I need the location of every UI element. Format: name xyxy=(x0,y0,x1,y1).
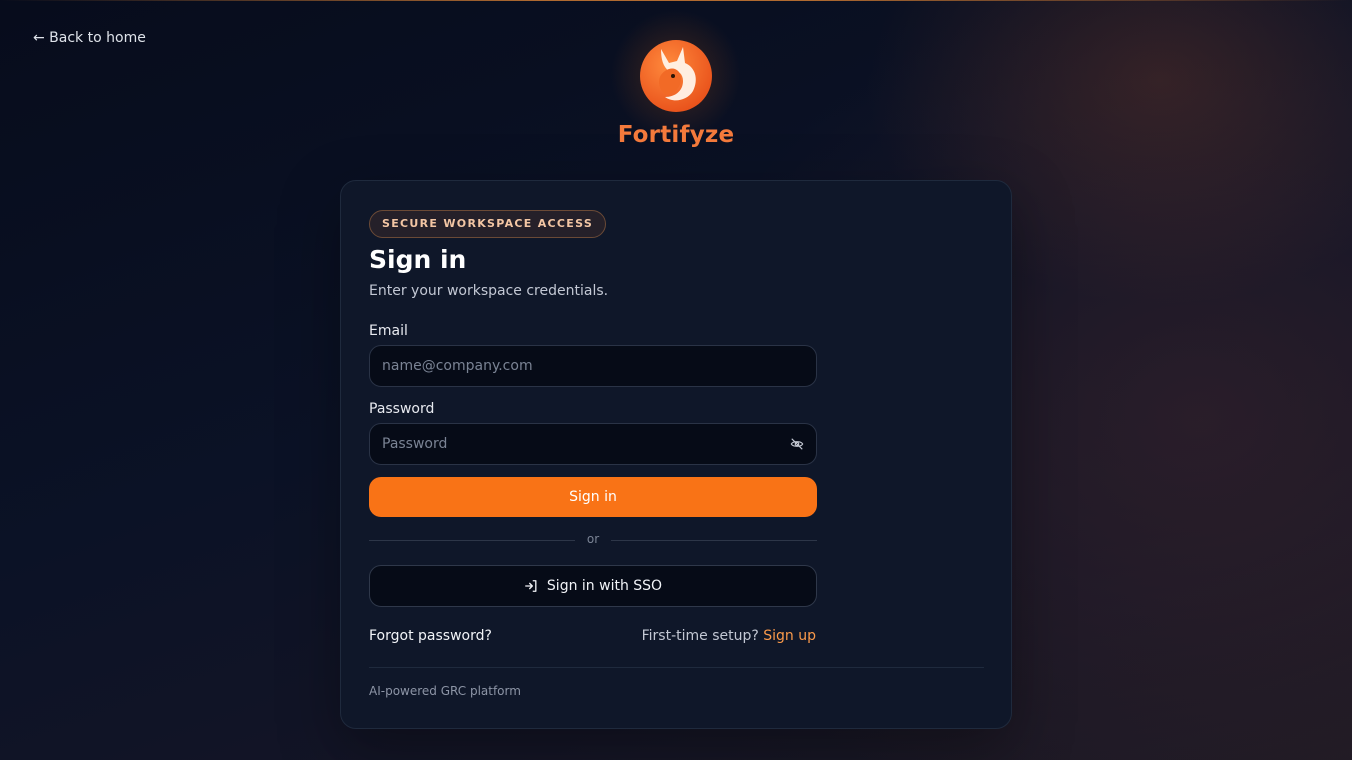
top-accent-line xyxy=(0,0,1352,1)
email-input[interactable] xyxy=(382,346,782,386)
forgot-password-link[interactable]: Forgot password? xyxy=(369,628,492,644)
sign-in-arrow-icon xyxy=(525,580,537,592)
sign-in-button[interactable]: Sign in xyxy=(369,477,817,517)
fox-logo-icon xyxy=(640,40,712,112)
password-label: Password xyxy=(369,401,435,417)
footer-divider xyxy=(369,667,984,668)
brand-name: Fortifyze xyxy=(617,122,735,148)
setup-prompt: First-time setup? xyxy=(641,628,759,644)
password-input[interactable] xyxy=(382,424,782,464)
email-field-wrapper xyxy=(369,345,817,387)
sso-button-label: Sign in with SSO xyxy=(546,578,663,594)
back-to-home-link[interactable]: ← Back to home xyxy=(33,29,146,47)
footer-tagline: AI-powered GRC platform xyxy=(369,684,521,698)
eye-off-icon[interactable] xyxy=(790,437,804,451)
page-subtitle: Enter your workspace credentials. xyxy=(369,283,609,299)
password-field-wrapper xyxy=(369,423,817,465)
sign-in-card: SECURE WORKSPACE ACCESS Sign in Enter yo… xyxy=(340,180,1012,729)
secure-access-badge: SECURE WORKSPACE ACCESS xyxy=(369,210,607,238)
divider-or: or xyxy=(586,532,600,546)
sso-button[interactable]: Sign in with SSO xyxy=(369,565,817,607)
page-title: Sign in xyxy=(369,245,467,274)
email-label: Email xyxy=(369,323,408,339)
first-time-setup: First-time setup? Sign up xyxy=(642,628,816,644)
sign-up-link[interactable]: Sign up xyxy=(763,628,816,644)
divider-line-right xyxy=(611,540,817,541)
